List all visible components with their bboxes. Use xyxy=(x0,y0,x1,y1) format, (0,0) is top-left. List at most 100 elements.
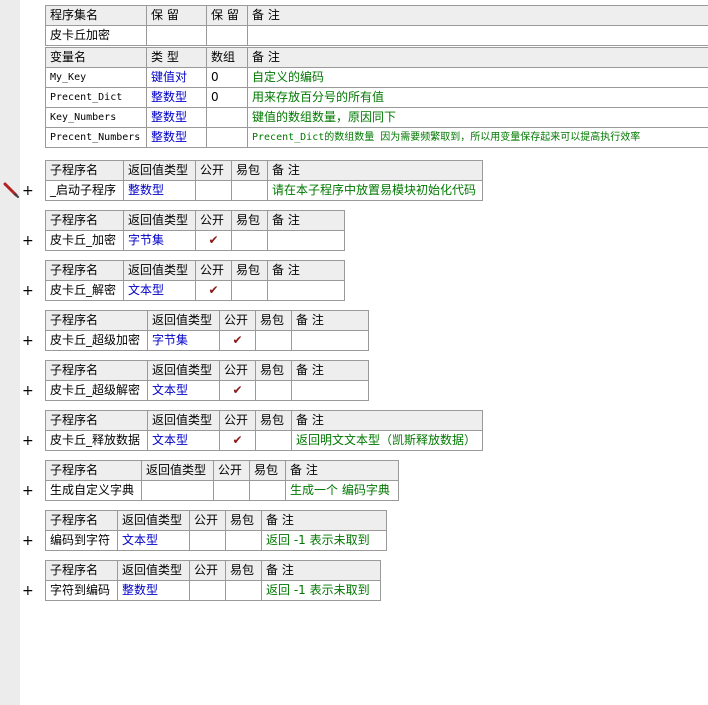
expand-icon[interactable]: + xyxy=(22,484,34,498)
header-cell: 返回值类型 xyxy=(117,560,190,581)
expand-icon[interactable]: + xyxy=(22,534,34,548)
epkg-cell[interactable] xyxy=(231,180,268,201)
assembly-reserved-cell[interactable] xyxy=(206,25,248,46)
epkg-cell[interactable] xyxy=(231,230,268,251)
variable-name[interactable]: Precent_Numbers xyxy=(45,127,147,148)
subroutine-note[interactable]: 返回明文文本型（凯斯释放数据） xyxy=(291,430,483,451)
public-cell[interactable] xyxy=(189,530,226,551)
epkg-cell[interactable] xyxy=(255,330,292,351)
expand-icon[interactable]: + xyxy=(22,184,34,198)
header-cell: 公开 xyxy=(195,210,232,231)
subroutine-note[interactable] xyxy=(291,380,369,401)
header-cell: 返回值类型 xyxy=(147,410,220,431)
public-check-icon[interactable]: ✔ xyxy=(195,280,232,301)
subroutine-name[interactable]: 生成自定义字典 xyxy=(45,480,142,501)
expand-icon[interactable]: + xyxy=(22,234,34,248)
expand-icon[interactable]: + xyxy=(22,434,34,448)
subroutine-note[interactable] xyxy=(267,230,345,251)
assembly-reserved-cell[interactable] xyxy=(146,25,207,46)
variable-array[interactable] xyxy=(206,107,248,128)
subroutine-return-type[interactable]: 文本型 xyxy=(147,430,220,451)
subroutine-name[interactable]: 编码到字符 xyxy=(45,530,118,551)
header-cell: 公开 xyxy=(219,410,256,431)
variable-type[interactable]: 键值对 xyxy=(146,67,207,88)
variable-row[interactable]: My_Key 键值对 0 自定义的编码 xyxy=(45,67,708,88)
subroutine-note[interactable]: 生成一个 编码字典 xyxy=(285,480,399,501)
epkg-cell[interactable] xyxy=(225,580,262,601)
variable-type[interactable]: 整数型 xyxy=(146,127,207,148)
assembly-row[interactable]: 皮卡丘加密 xyxy=(45,25,708,46)
subroutine-name[interactable]: 皮卡丘_释放数据 xyxy=(45,430,148,451)
subroutine-row[interactable]: 编码到字符 文本型 返回 -1 表示未取到 xyxy=(45,530,387,551)
variable-note[interactable]: 用来存放百分号的所有值 xyxy=(247,87,708,108)
subroutine-return-type[interactable]: 文本型 xyxy=(117,530,190,551)
variable-row[interactable]: Key_Numbers 整数型 键值的数组数量，原因同下 xyxy=(45,107,708,128)
subroutine-row[interactable]: 皮卡丘_超级解密 文本型 ✔ xyxy=(45,380,369,401)
expand-icon[interactable]: + xyxy=(22,334,34,348)
epkg-cell[interactable] xyxy=(249,480,286,501)
expand-icon[interactable]: + xyxy=(22,384,34,398)
public-check-icon[interactable]: ✔ xyxy=(219,380,256,401)
public-check-icon[interactable]: ✔ xyxy=(219,330,256,351)
subroutine-row[interactable]: 皮卡丘_超级加密 字节集 ✔ xyxy=(45,330,369,351)
subroutine-row[interactable]: 生成自定义字典 生成一个 编码字典 xyxy=(45,480,399,501)
variable-array[interactable]: 0 xyxy=(206,67,248,88)
variable-name[interactable]: Key_Numbers xyxy=(45,107,147,128)
subroutine-row[interactable]: 皮卡丘_解密 文本型 ✔ xyxy=(45,280,345,301)
subroutine-return-type[interactable]: 文本型 xyxy=(147,380,220,401)
subroutine-return-type[interactable] xyxy=(141,480,214,501)
variable-name[interactable]: Precent_Dict xyxy=(45,87,147,108)
subroutine-name[interactable]: _启动子程序 xyxy=(45,180,124,201)
subroutine-name[interactable]: 皮卡丘_超级加密 xyxy=(45,330,148,351)
subroutine-row[interactable]: _启动子程序 整数型 请在本子程序中放置易模块初始化代码 xyxy=(45,180,483,201)
variable-array[interactable] xyxy=(206,127,248,148)
expand-icon[interactable]: + xyxy=(22,284,34,298)
subroutine-return-type[interactable]: 整数型 xyxy=(123,180,196,201)
header-cell: 保 留 xyxy=(146,5,207,26)
public-check-icon[interactable]: ✔ xyxy=(219,430,256,451)
header-cell: 易包 xyxy=(255,310,292,331)
public-cell[interactable] xyxy=(195,180,232,201)
subroutine-row[interactable]: 皮卡丘_加密 字节集 ✔ xyxy=(45,230,345,251)
variable-row[interactable]: Precent_Numbers 整数型 Precent_Dict的数组数量 因为… xyxy=(45,127,708,148)
subroutine-return-type[interactable]: 文本型 xyxy=(123,280,196,301)
subroutine-row[interactable]: 字符到编码 整数型 返回 -1 表示未取到 xyxy=(45,580,381,601)
header-cell: 备 注 xyxy=(261,560,381,581)
epkg-cell[interactable] xyxy=(231,280,268,301)
variable-note[interactable]: Precent_Dict的数组数量 因为需要频繁取到，所以用变量保存起来可以提高… xyxy=(247,127,708,148)
subroutine-note[interactable] xyxy=(291,330,369,351)
subroutine-return-type[interactable]: 整数型 xyxy=(117,580,190,601)
subroutine-note[interactable]: 返回 -1 表示未取到 xyxy=(261,530,387,551)
epkg-cell[interactable] xyxy=(225,530,262,551)
variable-type[interactable]: 整数型 xyxy=(146,107,207,128)
variable-type[interactable]: 整数型 xyxy=(146,87,207,108)
header-cell: 变量名 xyxy=(45,47,147,68)
assembly-note-cell[interactable] xyxy=(247,25,708,46)
subroutine-name[interactable]: 皮卡丘_加密 xyxy=(45,230,124,251)
public-cell[interactable] xyxy=(189,580,226,601)
subroutine-note[interactable]: 请在本子程序中放置易模块初始化代码 xyxy=(267,180,483,201)
variable-array[interactable]: 0 xyxy=(206,87,248,108)
subroutine-note[interactable]: 返回 -1 表示未取到 xyxy=(261,580,381,601)
epkg-cell[interactable] xyxy=(255,430,292,451)
subroutine-return-type[interactable]: 字节集 xyxy=(123,230,196,251)
subroutine-name[interactable]: 皮卡丘_超级解密 xyxy=(45,380,148,401)
public-check-icon[interactable]: ✔ xyxy=(195,230,232,251)
public-cell[interactable] xyxy=(213,480,250,501)
header-cell: 备 注 xyxy=(247,5,708,26)
subroutine-name[interactable]: 皮卡丘_解密 xyxy=(45,280,124,301)
expand-icon[interactable]: + xyxy=(22,584,34,598)
subroutine-row[interactable]: 皮卡丘_释放数据 文本型 ✔ 返回明文文本型（凯斯释放数据） xyxy=(45,430,483,451)
variable-row[interactable]: Precent_Dict 整数型 0 用来存放百分号的所有值 xyxy=(45,87,708,108)
subroutine-table: 子程序名 返回值类型 公开 易包 备 注 皮卡丘_超级加密 字节集 ✔ xyxy=(45,310,369,351)
assembly-name[interactable]: 皮卡丘加密 xyxy=(45,25,147,46)
subroutine-note[interactable] xyxy=(267,280,345,301)
variable-name[interactable]: My_Key xyxy=(45,67,147,88)
variable-note[interactable]: 键值的数组数量，原因同下 xyxy=(247,107,708,128)
subroutine-return-type[interactable]: 字节集 xyxy=(147,330,220,351)
header-cell: 易包 xyxy=(231,210,268,231)
header-cell: 子程序名 xyxy=(45,410,148,431)
epkg-cell[interactable] xyxy=(255,380,292,401)
variable-note[interactable]: 自定义的编码 xyxy=(247,67,708,88)
subroutine-name[interactable]: 字符到编码 xyxy=(45,580,118,601)
